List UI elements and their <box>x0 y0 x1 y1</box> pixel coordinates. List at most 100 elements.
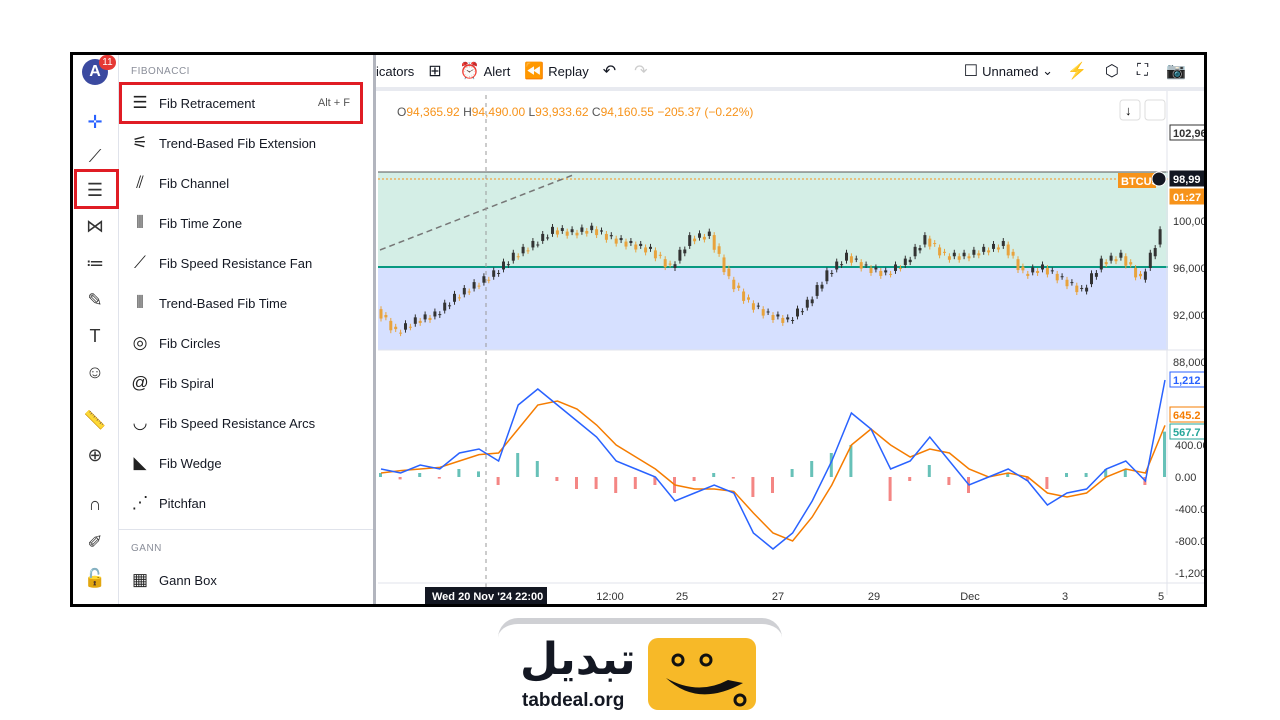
candle <box>751 303 755 310</box>
candle <box>1153 248 1157 257</box>
candle <box>531 240 535 248</box>
emoji-icon[interactable]: ☺ <box>82 359 108 385</box>
candle <box>859 262 863 269</box>
fib-zone-green <box>378 172 1168 267</box>
text-icon[interactable]: T <box>82 323 108 349</box>
candle <box>438 314 442 316</box>
menu-item-fib-speed-resistance-arcs[interactable]: ◡ Fib Speed Resistance Arcs <box>123 405 368 441</box>
candle <box>737 285 741 288</box>
candle <box>658 254 662 256</box>
candle <box>771 315 775 320</box>
menu-item-fib-circles[interactable]: ◎ Fib Circles <box>123 325 368 361</box>
candle <box>845 252 848 261</box>
candle <box>604 233 608 240</box>
macd-histogram-bar <box>614 477 618 493</box>
macd-histogram-bar <box>731 477 735 479</box>
candle <box>457 297 461 299</box>
candle <box>443 302 447 311</box>
indicators-button[interactable]: icators <box>376 64 414 79</box>
menu-item-trend-based-fib-time[interactable]: ⦀ Trend-Based Fib Time <box>123 285 368 321</box>
fib-spiral-icon: @ <box>131 373 149 392</box>
menu-item-pitchfan[interactable]: ⋰ Pitchfan <box>123 485 368 521</box>
candle <box>1075 285 1079 293</box>
ruler-icon[interactable]: 📏 <box>82 407 108 433</box>
candle <box>472 282 476 289</box>
candle <box>898 268 902 269</box>
snapshot-button[interactable]: 📷 <box>1166 61 1190 81</box>
candle <box>987 250 991 253</box>
arrow-down-icon: ↓ <box>1125 103 1132 118</box>
magnet-icon[interactable]: ∩ <box>82 491 108 517</box>
alert-button[interactable]: ⏰ Alert <box>460 61 511 81</box>
settings-button[interactable]: ⬡ <box>1105 61 1123 81</box>
replay-button[interactable]: ⏪ Replay <box>524 61 588 81</box>
candle <box>913 246 917 257</box>
layouts-button[interactable]: ⊞ <box>428 61 445 81</box>
macd-histogram-bar <box>927 465 931 477</box>
candle <box>1085 287 1089 292</box>
menu-item-fib-spiral[interactable]: @ Fib Spiral <box>123 365 368 401</box>
brush-icon[interactable]: ✎ <box>82 287 108 313</box>
candle <box>423 314 427 320</box>
add-alert-icon <box>1151 171 1167 187</box>
candle <box>653 250 657 259</box>
price-tick: 96,000 <box>1173 263 1207 275</box>
fib-arcs-icon: ◡ <box>132 413 148 432</box>
candle <box>1090 273 1093 285</box>
lock-drawing-icon[interactable]: ✐ <box>82 529 108 555</box>
macd-histogram-bar <box>516 453 520 477</box>
redo-button[interactable]: ↷ <box>634 61 651 81</box>
macd-histogram-bar <box>908 477 912 481</box>
candle <box>609 235 613 237</box>
redo-icon: ↷ <box>634 63 648 80</box>
macd-tag: 1,212 <box>1173 375 1201 387</box>
gear-icon: ⬡ <box>1104 63 1119 80</box>
candle <box>972 249 976 255</box>
layout-name-button[interactable]: ☐ Unnamed ⌄ <box>964 61 1053 81</box>
candle <box>551 226 554 234</box>
unlock-icon[interactable]: 🔓 <box>82 565 108 591</box>
menu-item-fib-wedge[interactable]: ◣ Fib Wedge <box>123 445 368 481</box>
candle <box>663 259 667 268</box>
candle <box>560 228 564 231</box>
fullscreen-button[interactable]: ⛶ <box>1137 62 1152 80</box>
candle <box>428 317 432 320</box>
macd-histogram-bar <box>398 477 402 480</box>
candle <box>614 238 618 244</box>
candle <box>565 231 569 236</box>
undo-button[interactable]: ↶ <box>603 61 620 81</box>
candle <box>810 299 814 304</box>
candle <box>1050 270 1054 272</box>
menu-item-fib-channel[interactable]: ⫽ Fib Channel <box>123 165 368 201</box>
price-tag-current: 98,99 <box>1173 174 1201 186</box>
close-value: 94,160.55 <box>600 105 654 119</box>
auto-scale-button[interactable] <box>1144 99 1166 121</box>
open-value: 94,365.92 <box>406 105 460 119</box>
candle <box>433 311 437 317</box>
menu-item-trend-based-fib-extension[interactable]: ⚟ Trend-Based Fib Extension <box>123 125 368 161</box>
price-tick: 88,000 <box>1173 357 1207 369</box>
zoom-in-icon[interactable]: ⊕ <box>82 442 108 468</box>
menu-item-fib-time-zone[interactable]: ⦀ Fib Time Zone <box>123 205 368 241</box>
candle <box>521 246 525 254</box>
candle <box>379 309 383 319</box>
trend-line-icon[interactable]: ⟋ <box>82 143 108 169</box>
candle <box>394 326 398 330</box>
menu-item-fib-speed-resistance-fan[interactable]: ⟋ Fib Speed Resistance Fan <box>123 245 368 281</box>
fullscreen-icon: ⛶ <box>1136 62 1149 79</box>
candle <box>1036 270 1040 273</box>
pattern-icon[interactable]: ⋈ <box>82 213 108 239</box>
quick-search-button[interactable]: ⚡ <box>1067 61 1091 81</box>
candle <box>688 235 692 246</box>
candle <box>815 285 819 296</box>
candle <box>982 246 986 252</box>
prediction-icon[interactable]: ≔ <box>82 250 108 276</box>
candle <box>1016 259 1020 271</box>
macd-histogram-bar <box>1065 473 1068 477</box>
macd-histogram-bar <box>496 477 500 485</box>
menu-item-gann-box[interactable]: ▦ Gann Box <box>123 562 368 598</box>
candle <box>874 267 878 270</box>
crosshair-icon[interactable]: ✛ <box>82 109 108 135</box>
candle <box>511 252 515 261</box>
section-gann: GANN <box>131 543 162 554</box>
